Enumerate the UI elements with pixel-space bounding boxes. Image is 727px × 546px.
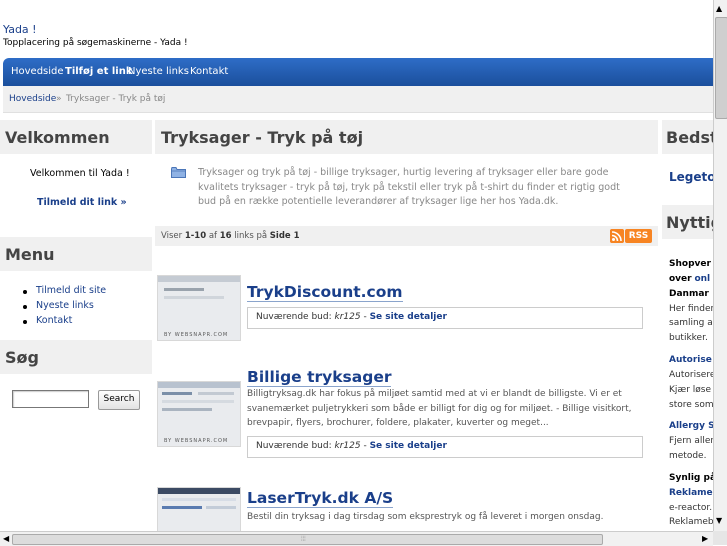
scroll-up-icon[interactable]: ▲ bbox=[716, 4, 722, 13]
details-link[interactable]: Se site detaljer bbox=[370, 312, 447, 322]
listing-title[interactable]: TrykDiscount.com bbox=[247, 283, 403, 302]
menu-item-tilmeld[interactable]: Tilmeld dit site bbox=[22, 285, 106, 300]
listing-title[interactable]: LaserTryk.dk A/S bbox=[247, 489, 394, 508]
menu-item-kontakt[interactable]: Kontakt bbox=[22, 315, 106, 330]
search-box-title: Søg bbox=[0, 340, 152, 374]
useful-line: metode. bbox=[669, 451, 707, 461]
listing-thumbnail[interactable]: BY WEBSNAPR.COM bbox=[157, 275, 241, 341]
rss-icon bbox=[610, 229, 624, 243]
scrollbar-corner bbox=[713, 531, 727, 545]
category-title: Tryksager - Tryk på tøj bbox=[155, 120, 658, 154]
nav-item-kontakt[interactable]: Kontakt bbox=[190, 66, 228, 77]
useful-line[interactable]: Synlig på bbox=[669, 473, 713, 483]
menu-item-nyeste-links[interactable]: Nyeste links bbox=[22, 300, 106, 315]
bid-label: Nuværende bud: bbox=[256, 441, 332, 451]
useful-line: store som bbox=[669, 400, 713, 410]
breadcrumb-current: Tryksager - Tryk på tøj bbox=[66, 94, 166, 104]
listing-description: Billigtryksag.dk har fokus på miljøet sa… bbox=[247, 389, 632, 428]
rss-button[interactable]: RSS bbox=[610, 229, 652, 243]
bid-amount: kr125 bbox=[334, 441, 361, 451]
useful-line: e-reactor. bbox=[669, 503, 713, 513]
vertical-scroll-thumb[interactable] bbox=[715, 17, 727, 119]
breadcrumb-home[interactable]: Hovedside bbox=[9, 94, 56, 104]
site-tagline: Topplacering på søgemaskinerne - Yada ! bbox=[3, 38, 188, 48]
nav-item-nyeste-links[interactable]: Nyeste links bbox=[128, 66, 189, 77]
bid-label: Nuværende bud: bbox=[256, 312, 332, 322]
scroll-left-icon[interactable]: ◀ bbox=[3, 534, 9, 543]
site-name[interactable]: Yada ! bbox=[3, 23, 37, 36]
results-count-bar: Viser 1-10 af 16 links på Side 1 bbox=[155, 226, 658, 246]
nav-item-hovedside[interactable]: Hovedside bbox=[11, 66, 64, 77]
useful-line: samling a bbox=[669, 318, 713, 328]
vertical-scrollbar[interactable]: ▲ ▼ bbox=[713, 0, 727, 531]
welcome-text: Velkommen til Yada ! bbox=[30, 168, 130, 179]
best-link[interactable]: Legeto bbox=[669, 170, 713, 184]
bid-box: Nuværende bud: kr125 - Se site detaljer bbox=[247, 436, 643, 458]
useful-line: Fjern aller bbox=[669, 436, 713, 446]
useful-line: Autorisere bbox=[669, 370, 713, 380]
menu-list: Tilmeld dit site Nyeste links Kontakt bbox=[22, 285, 106, 330]
useful-box-title: Nyttige bbox=[662, 205, 713, 239]
useful-line[interactable]: Autorise bbox=[669, 355, 712, 365]
nav-item-tilfoej-link[interactable]: Tilføj et link bbox=[65, 66, 132, 77]
bid-box: Nuværende bud: kr125 - Se site detaljer bbox=[247, 307, 643, 329]
scroll-right-icon[interactable]: ▶ bbox=[702, 534, 708, 543]
useful-line[interactable]: Allergy S bbox=[669, 421, 713, 431]
listing-description: Bestil din tryksag i dag tirsdag som eks… bbox=[247, 512, 604, 522]
signup-link[interactable]: Tilmeld dit link » bbox=[37, 197, 127, 208]
useful-line[interactable]: Reklame bbox=[669, 488, 713, 498]
menu-box-title: Menu bbox=[0, 237, 152, 271]
breadcrumb-separator: » bbox=[56, 94, 62, 104]
scroll-grip-icon: ⦙⦙⦙ bbox=[301, 535, 306, 543]
useful-line[interactable]: Danmar bbox=[669, 289, 709, 299]
page-viewport: Yada ! Topplacering på søgemaskinerne - … bbox=[0, 0, 713, 531]
useful-line: Kjær løse bbox=[669, 385, 712, 395]
useful-line: butikker. bbox=[669, 333, 708, 343]
main-navbar: Hovedside Tilføj et link Nyeste links Ko… bbox=[3, 58, 713, 86]
welcome-box-title: Velkommen bbox=[0, 120, 152, 154]
bid-amount: kr125 bbox=[334, 312, 361, 322]
thumbnail-caption: BY WEBSNAPR.COM bbox=[164, 332, 229, 338]
search-input[interactable] bbox=[12, 390, 89, 408]
details-link[interactable]: Se site detaljer bbox=[370, 441, 447, 451]
horizontal-scrollbar[interactable]: ◀ ⦙⦙⦙ ▶ bbox=[0, 531, 713, 546]
horizontal-scroll-thumb[interactable]: ⦙⦙⦙ bbox=[12, 534, 603, 545]
scroll-down-icon[interactable]: ▼ bbox=[716, 516, 722, 525]
listing-title[interactable]: Billige tryksager bbox=[247, 368, 392, 387]
folder-icon bbox=[171, 167, 186, 178]
useful-line[interactable]: Shopver bbox=[669, 259, 711, 269]
useful-line[interactable]: over onl bbox=[669, 274, 710, 284]
listing-thumbnail[interactable]: BY WEBSNAPR.COM bbox=[157, 381, 241, 447]
listing-thumbnail[interactable] bbox=[157, 487, 241, 531]
breadcrumb: Hovedside » Tryksager - Tryk på tøj bbox=[3, 86, 713, 113]
best-box-title: Bedste bbox=[662, 120, 713, 154]
useful-line: Reklameb bbox=[669, 517, 713, 527]
results-count: Viser 1-10 af 16 links på Side 1 bbox=[161, 231, 300, 241]
useful-line: Her finder bbox=[669, 304, 713, 314]
rss-label: RSS bbox=[625, 229, 652, 243]
search-button[interactable]: Search bbox=[98, 390, 140, 410]
thumbnail-caption: BY WEBSNAPR.COM bbox=[164, 438, 229, 444]
category-intro: Tryksager og tryk på tøj - billige tryks… bbox=[198, 167, 620, 207]
